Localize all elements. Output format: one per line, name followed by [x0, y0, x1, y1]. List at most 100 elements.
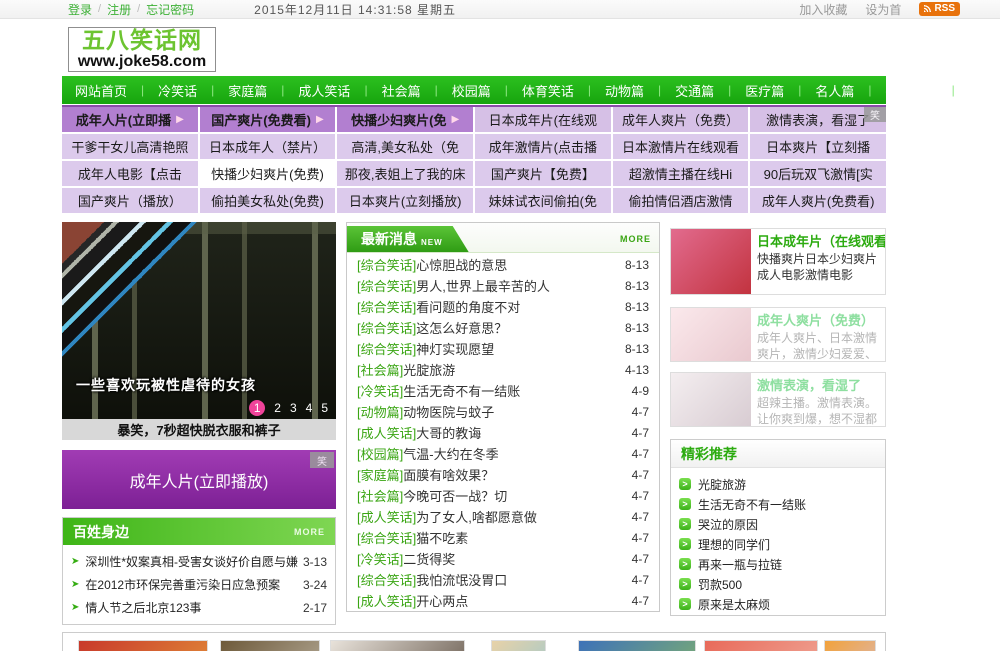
ad-link-cell[interactable]: 快播少妇爽片(免 ▶ — [337, 107, 473, 132]
logo-title: 五八笑话网 — [82, 27, 202, 53]
nav-item[interactable]: 动物篇 — [598, 81, 668, 100]
news-item[interactable]: [社会篇] 光腚旅游 4-13 — [357, 360, 649, 381]
ad-link-cell[interactable]: 高清,美女私处（免 ▶ — [337, 134, 473, 159]
ad-link-cell[interactable]: 90后玩双飞激情[实 ▶ — [750, 161, 886, 186]
news-item[interactable]: [成人笑话] 开心两点 4-7 — [357, 591, 649, 612]
ad-link-cell[interactable]: 干爹干女儿高清艳照 ▶ — [62, 134, 198, 159]
slide-caption-overlay: 一些喜欢玩被性虐待的女孩 — [76, 377, 256, 393]
nav-item[interactable]: 社会篇 — [375, 81, 445, 100]
site-logo[interactable]: 五八笑话网 www.joke58.com — [68, 27, 216, 72]
news-category: [成人笑话] — [357, 426, 417, 441]
pager-dot[interactable]: 5 — [321, 401, 328, 415]
ad-link-cell[interactable]: 成年人爽片（免费） ▶ — [612, 107, 749, 132]
ad-link-cell[interactable]: 偷拍情侣酒店激情 ▶ — [612, 188, 749, 213]
news-item[interactable]: [冷笑话] 生活无奇不有一结账 4-9 — [357, 381, 649, 402]
recommend-item[interactable]: > 罚款500 — [679, 574, 877, 594]
ad-link-cell[interactable]: 国产爽片（播放） ▶ — [62, 188, 198, 213]
thumbnail-image[interactable] — [330, 640, 465, 651]
news-item[interactable]: [家庭篇] 面膜有啥效果？ 4-7 — [357, 465, 649, 486]
thumbnail-image[interactable] — [704, 640, 818, 651]
slideshow[interactable]: 一些喜欢玩被性虐待的女孩 12345 — [62, 222, 336, 419]
nav-item[interactable]: 网站首页 — [68, 81, 151, 100]
nav-item[interactable]: 校园篇 — [445, 81, 515, 100]
list-item[interactable]: ➤ 深圳性*奴案真相-受害女谈好价自愿与嫌 3-13 — [71, 550, 327, 573]
recommend-item[interactable]: > 哭泣的原因 — [679, 514, 877, 534]
promo-banner[interactable]: 成年人片(立即播放) 笑 — [62, 450, 336, 509]
pager-dot[interactable]: 2 — [274, 401, 281, 415]
card-description: 成年人爽片、日本激情爽片，激情少妇爱爱、（免 — [757, 331, 878, 361]
nav-item[interactable]: 冷笑话 — [151, 81, 221, 100]
thumbnail-image[interactable] — [578, 640, 696, 651]
ad-link-cell[interactable]: 那夜,表姐上了我的床 ▶ — [337, 161, 473, 186]
ad-link-cell[interactable]: 国产爽片【免费】 ▶ — [475, 161, 611, 186]
nav-item[interactable]: 家庭篇 — [221, 81, 291, 100]
news-item[interactable]: [综合笑话] 我怕流氓没胃口 4-7 — [357, 570, 649, 591]
news-item[interactable]: [综合笑话] 这怎么好意思？ 8-13 — [357, 318, 649, 339]
ad-link-cell[interactable]: 日本爽片(立刻播放) ▶ — [337, 188, 473, 213]
list-item[interactable]: ➤ 在2012市环保完善重污染日应急预案 3-24 — [71, 573, 327, 596]
nav-item[interactable]: 体育笑话 — [515, 81, 598, 100]
ad-link-cell[interactable]: 国产爽片(免费看) ▶ — [199, 107, 336, 132]
pager-dot[interactable]: 1 — [249, 400, 266, 416]
nav-item[interactable]: 名人篇 — [808, 81, 878, 100]
ad-link-cell[interactable]: 日本激情片在线观看 ▶ — [612, 134, 749, 159]
rss-button[interactable]: RSS — [919, 2, 960, 16]
news-item[interactable]: [综合笑话] 看问题的角度不对 8-13 — [357, 297, 649, 318]
ad-link-cell[interactable]: 日本成年人（禁片） ▶ — [199, 134, 336, 159]
pager-dot[interactable]: 3 — [290, 401, 297, 415]
ad-link-cell[interactable]: 日本爽片【立刻播 ▶ — [750, 134, 886, 159]
thumbnail-image[interactable] — [491, 640, 546, 651]
pager-dot[interactable]: 4 — [306, 401, 313, 415]
list-item[interactable]: ➤ 情人节之后北京123事 2-17 — [71, 596, 327, 619]
thumbnail-image[interactable] — [220, 640, 320, 651]
recommend-item[interactable]: > 原来是太麻烦 — [679, 594, 877, 614]
set-homepage-link[interactable]: 设为首 — [865, 1, 901, 18]
news-item[interactable]: [成人笑话] 大哥的教诲 4-7 — [357, 423, 649, 444]
news-item[interactable]: [综合笑话] 心惊胆战的意思 8-13 — [357, 255, 649, 276]
slideshow-title-bar[interactable]: 暴笑，7秒超快脱衣服和裤子 — [62, 419, 336, 440]
nav-item[interactable]: 搞笑图片 — [879, 81, 962, 100]
login-link[interactable]: 登录 — [68, 1, 92, 18]
nav-item[interactable]: 医疗篇 — [738, 81, 808, 100]
news-item[interactable]: [校园篇] 气温-大约在冬季 4-7 — [357, 444, 649, 465]
register-link[interactable]: 注册 — [107, 1, 131, 18]
recommend-item[interactable]: > 生活无奇不有一结账 — [679, 494, 877, 514]
ad-link-cell[interactable]: 超激情主播在线Hi ▶ — [612, 161, 749, 186]
nav-item[interactable]: 成人笑话 — [291, 81, 374, 100]
promo-card[interactable]: 激情表演，看湿了 超辣主播。激情表演。让你爽到爆，想不湿都难 — [670, 372, 886, 427]
forgot-password-link[interactable]: 忘记密码 — [146, 1, 194, 18]
nav-item[interactable]: 交通篇 — [668, 81, 738, 100]
ad-link-cell[interactable]: 日本成年片(在线观 ▶ — [475, 107, 611, 132]
ad-link-cell[interactable]: 成年激情片(点击播 ▶ — [475, 134, 611, 159]
news-item[interactable]: [综合笑话] 猫不吃素 4-7 — [357, 528, 649, 549]
new-badge: NEW — [421, 237, 443, 247]
more-link[interactable]: MORE — [294, 527, 325, 537]
ad-link-cell[interactable]: 妹妹试衣间偷拍(免 ▶ — [475, 188, 611, 213]
arrow-right-icon: ▶ — [315, 114, 324, 125]
promo-card[interactable]: 成年人爽片（免费） 成年人爽片、日本激情爽片，激情少妇爱爱、（免 — [670, 307, 886, 362]
card-title: 成年人爽片（免费） — [757, 313, 875, 328]
news-item[interactable]: [成人笑话] 为了女人,啥都愿意做 4-7 — [357, 507, 649, 528]
nav-item[interactable]: 搞笑歌词 — [962, 81, 1000, 100]
thumbnail-image[interactable] — [78, 640, 208, 651]
ad-link-cell[interactable]: 成年人片(立即播 ▶ — [62, 107, 198, 132]
more-link[interactable]: MORE — [620, 234, 651, 244]
baixing-header: 百姓身边 MORE — [63, 518, 335, 545]
ad-link-cell[interactable]: 成年人爽片(免费看) ▶ — [750, 188, 886, 213]
thumbnail-image[interactable] — [824, 640, 876, 651]
ad-link-cell[interactable]: 偷拍美女私处(免费) ▶ — [199, 188, 336, 213]
news-item[interactable]: [冷笑话] 二货得奖 4-7 — [357, 549, 649, 570]
news-item[interactable]: [动物篇] 动物医院与蚊子 4-7 — [357, 402, 649, 423]
recommend-item[interactable]: > 再来一瓶与拉链 — [679, 554, 877, 574]
ad-link-cell[interactable]: 激情表演，看湿了 ▶ 笑 — [750, 107, 886, 132]
news-item[interactable]: [综合笑话] 男人,世界上最辛苦的人 8-13 — [357, 276, 649, 297]
news-item[interactable]: [综合笑话] 神灯实现愿望 8-13 — [357, 339, 649, 360]
bottom-thumbnail-strip — [62, 632, 886, 651]
ad-link-cell[interactable]: 快播少妇爽片(免费) ▶ — [199, 161, 336, 186]
recommend-item[interactable]: > 理想的同学们 — [679, 534, 877, 554]
promo-card[interactable]: 日本成年片（在线观看） 快播爽片日本少妇爽片成人电影激情电影 — [670, 228, 886, 295]
add-favorite-link[interactable]: 加入收藏 — [799, 1, 847, 18]
ad-link-cell[interactable]: 成年人电影【点击 ▶ — [62, 161, 198, 186]
recommend-item[interactable]: > 光腚旅游 — [679, 474, 877, 494]
news-item[interactable]: [社会篇] 今晚可否一战？切 4-7 — [357, 486, 649, 507]
